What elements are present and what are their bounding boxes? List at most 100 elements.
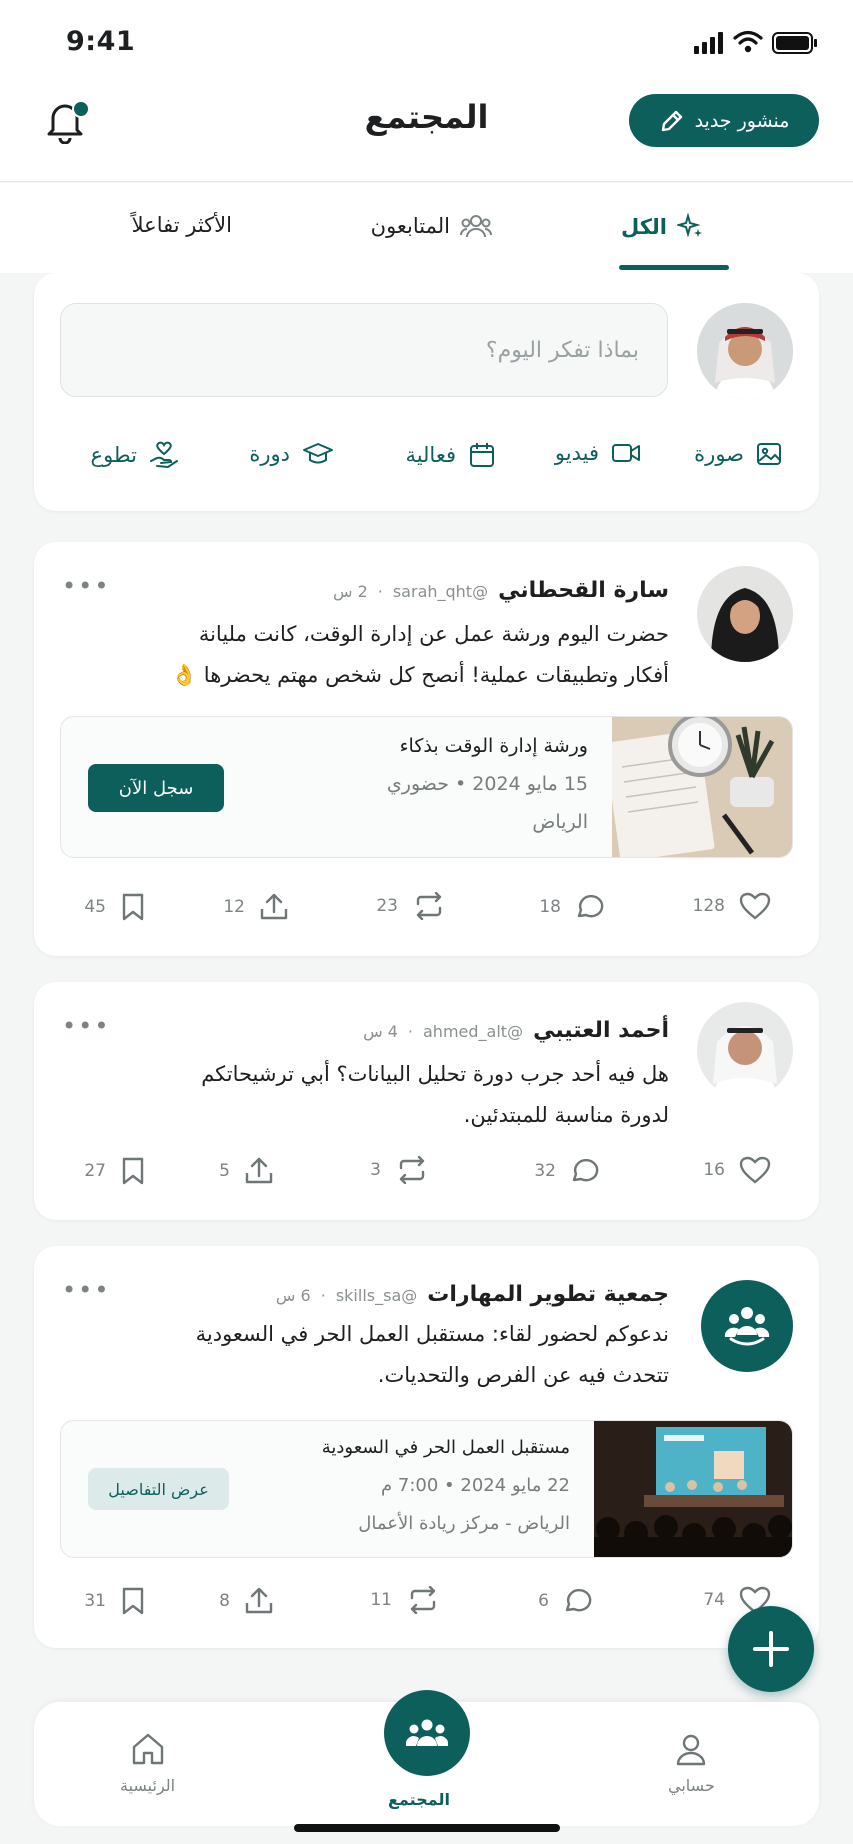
comment-action[interactable]: 6 — [538, 1586, 593, 1616]
share-icon — [244, 1156, 274, 1186]
shares-count: 8 — [219, 1591, 230, 1611]
tab-following-label: المتابعون — [370, 214, 450, 238]
likes-count: 16 — [703, 1160, 725, 1180]
share-action[interactable]: 8 — [219, 1586, 274, 1616]
wifi-icon — [733, 30, 763, 54]
organization-avatar[interactable] — [701, 1280, 793, 1372]
post-card: سارة القحطاني @sarah_qht · 2 س ••• حضرت … — [34, 542, 819, 956]
author-avatar[interactable] — [697, 566, 793, 662]
save-action[interactable]: 45 — [84, 892, 146, 922]
share-icon — [244, 1586, 274, 1616]
post-text-line: لدورة مناسبة للمبتدئين. — [463, 1103, 669, 1127]
tab-most-active-label: الأكثر تفاعلاً — [131, 213, 232, 237]
user-icon — [674, 1732, 708, 1766]
meta-separator: · — [320, 1286, 326, 1305]
tab-all[interactable]: الكل — [621, 213, 705, 241]
nav-home[interactable]: الرئيسية — [120, 1732, 175, 1795]
event-attachment[interactable]: مستقبل العمل الحر في السعودية 22 مايو 20… — [60, 1420, 793, 1558]
likes-count: 74 — [703, 1590, 725, 1610]
share-action[interactable]: 5 — [219, 1156, 274, 1186]
comment-action[interactable]: 32 — [534, 1156, 600, 1186]
author-name[interactable]: جمعية تطوير المهارات — [427, 1282, 669, 1307]
post-actions: 128 18 23 12 45 — [34, 892, 819, 932]
volunteer-hand-heart-icon — [149, 441, 179, 469]
post-card: جمعية تطوير المهارات @skills_sa · 6 س ••… — [34, 1246, 819, 1648]
nav-home-label: الرئيسية — [120, 1776, 176, 1795]
current-user-avatar[interactable] — [697, 303, 793, 399]
heart-icon — [739, 892, 771, 920]
save-action[interactable]: 27 — [84, 1156, 146, 1186]
status-time: 9:41 — [66, 26, 136, 57]
community-group-icon — [723, 1305, 771, 1347]
comment-action[interactable]: 18 — [539, 892, 605, 922]
post-actions: 16 32 3 5 27 — [34, 1156, 819, 1196]
post-header: أحمد العتيبي @ahmed_alt · 4 س — [363, 1018, 669, 1043]
author-name[interactable]: أحمد العتيبي — [533, 1018, 669, 1043]
event-photo — [612, 717, 792, 857]
create-event-label: فعالية — [405, 443, 456, 467]
repost-icon — [406, 1586, 440, 1614]
more-options-icon[interactable]: ••• — [62, 572, 110, 600]
nav-community[interactable]: المجتمع — [388, 1790, 450, 1809]
attach-image-label: صورة — [694, 442, 744, 466]
create-course-action[interactable]: دورة — [249, 441, 334, 467]
composer-input-box[interactable] — [60, 303, 668, 397]
bottom-navigation: الرئيسية المجتمع حسابي — [34, 1690, 819, 1826]
comments-count: 6 — [538, 1591, 549, 1611]
video-icon — [611, 441, 641, 465]
view-details-button[interactable]: عرض التفاصيل — [88, 1468, 229, 1510]
author-avatar[interactable] — [697, 1002, 793, 1098]
tab-most-active[interactable]: الأكثر تفاعلاً — [132, 213, 232, 237]
composer-text-input[interactable] — [61, 304, 667, 396]
repost-action[interactable]: 23 — [376, 892, 446, 920]
repost-action[interactable]: 3 — [370, 1156, 429, 1184]
compose-fab-button[interactable] — [728, 1606, 814, 1692]
plus-icon — [751, 1629, 791, 1669]
register-now-button[interactable]: سجل الآن — [88, 764, 224, 812]
reposts-count: 23 — [376, 896, 398, 916]
repost-action[interactable]: 11 — [370, 1586, 440, 1614]
event-title: ورشة إدارة الوقت بذكاء — [399, 735, 588, 757]
volunteer-action[interactable]: تطوع — [91, 441, 179, 469]
share-action[interactable]: 12 — [223, 892, 289, 922]
attach-video-action[interactable]: فيديو — [555, 441, 641, 465]
post-text-line: أفكار وتطبيقات عملية! أنصح كل شخص مهتم ي… — [170, 663, 669, 687]
heart-icon — [739, 1156, 771, 1184]
new-post-button[interactable]: منشور جديد — [629, 94, 819, 147]
tab-following[interactable]: المتابعون — [371, 213, 492, 239]
post-time: 2 س — [332, 582, 368, 601]
create-course-label: دورة — [249, 442, 290, 466]
author-handle: @ahmed_alt — [423, 1022, 524, 1041]
attach-image-action[interactable]: صورة — [694, 441, 782, 467]
comment-icon — [563, 1586, 593, 1616]
more-options-icon[interactable]: ••• — [62, 1276, 110, 1304]
tab-all-label: الكل — [620, 215, 667, 239]
like-action[interactable]: 16 — [703, 1156, 771, 1184]
nav-account-label: حسابي — [668, 1776, 715, 1795]
bookmark-icon — [120, 1156, 146, 1186]
event-attachment[interactable]: ورشة إدارة الوقت بذكاء 15 مايو 2024 • حض… — [60, 716, 793, 858]
repost-icon — [395, 1156, 429, 1184]
post-header: سارة القحطاني @sarah_qht · 2 س — [333, 578, 669, 603]
calendar-icon — [468, 441, 496, 469]
post-body: حضرت اليوم ورشة عمل عن إدارة الوقت، كانت… — [171, 614, 669, 696]
community-icon — [406, 1718, 448, 1748]
saves-count: 45 — [84, 897, 106, 917]
saves-count: 27 — [84, 1161, 106, 1181]
post-text-line: هل فيه أحد جرب دورة تحليل البيانات؟ أبي … — [201, 1062, 669, 1086]
active-tab-indicator — [619, 265, 729, 270]
more-options-icon[interactable]: ••• — [62, 1012, 110, 1040]
save-action[interactable]: 31 — [84, 1586, 146, 1616]
post-body: ندعوكم لحضور لقاء: مستقبل العمل الحر في … — [196, 1314, 669, 1396]
author-name[interactable]: سارة القحطاني — [498, 578, 669, 603]
nav-account[interactable]: حسابي — [668, 1732, 715, 1795]
battery-icon — [772, 32, 818, 54]
nav-community-button[interactable] — [384, 1690, 470, 1776]
likes-count: 128 — [692, 896, 725, 916]
pencil-icon — [659, 108, 685, 134]
like-action[interactable]: 128 — [693, 892, 771, 920]
comment-icon — [575, 892, 605, 922]
create-event-action[interactable]: فعالية — [405, 441, 496, 469]
saves-count: 31 — [84, 1591, 106, 1611]
reposts-count: 3 — [370, 1160, 381, 1180]
